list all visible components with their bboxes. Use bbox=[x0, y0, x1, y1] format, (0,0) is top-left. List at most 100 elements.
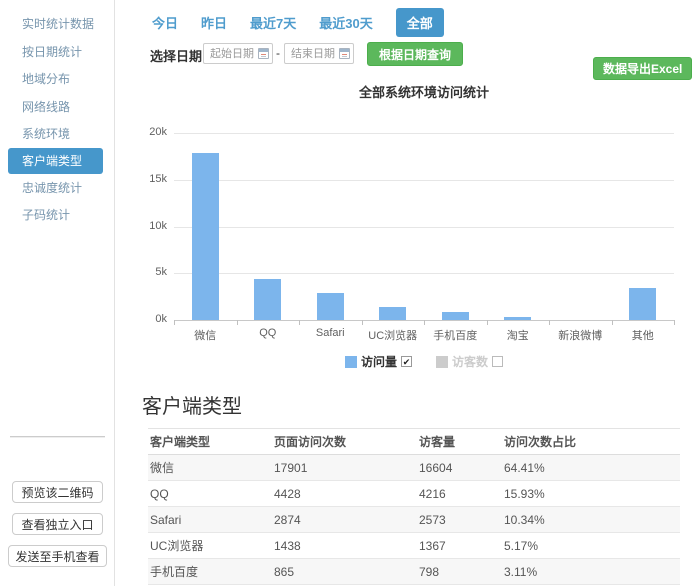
sidebar-item-0[interactable]: 实时统计数据 bbox=[0, 10, 114, 38]
table-cell: 16604 bbox=[417, 455, 502, 481]
y-axis-label-10k: 10k bbox=[119, 220, 167, 232]
table-row-微信: 微信179011660464.41% bbox=[148, 455, 680, 481]
table-row-UC浏览器: UC浏览器143813675.17% bbox=[148, 533, 680, 559]
table-header-cell: 访客量 bbox=[417, 429, 502, 455]
x-axis-tick bbox=[174, 320, 175, 325]
tab-3[interactable]: 最近30天 bbox=[319, 13, 372, 32]
gridline-5k bbox=[174, 273, 674, 274]
x-axis-tick bbox=[674, 320, 675, 325]
table-cell: 4216 bbox=[417, 481, 502, 507]
sidebar-footer-button-1[interactable]: 查看独立入口 bbox=[12, 513, 103, 535]
y-axis-label-20k: 20k bbox=[119, 126, 167, 138]
y-axis-label-0k: 0k bbox=[119, 313, 167, 325]
table-header-cell: 页面访问次数 bbox=[272, 429, 417, 455]
table-cell: 手机百度 bbox=[148, 559, 272, 585]
legend-label: 访问量 bbox=[361, 353, 397, 370]
table-header-row: 客户端类型页面访问次数访客量访问次数占比 bbox=[148, 429, 680, 455]
sidebar-item-4[interactable]: 系统环境 bbox=[0, 120, 114, 148]
x-axis-label-新浪微博: 新浪微博 bbox=[549, 327, 612, 343]
table-cell: 微信 bbox=[148, 455, 272, 481]
table-cell: 10.34% bbox=[502, 507, 680, 533]
gridline-10k bbox=[174, 227, 674, 228]
bar-Safari[interactable] bbox=[317, 293, 344, 320]
bar-手机百度[interactable] bbox=[442, 312, 469, 320]
section-title: 客户端类型 bbox=[142, 390, 242, 419]
table-header-cell: 客户端类型 bbox=[148, 429, 272, 455]
sidebar: 实时统计数据按日期统计地域分布网络线路系统环境客户端类型忠诚度统计子码统计 预览… bbox=[0, 0, 115, 586]
bar-UC浏览器[interactable] bbox=[379, 307, 406, 320]
x-axis-label-Safari: Safari bbox=[299, 327, 362, 339]
x-axis-label-QQ: QQ bbox=[237, 327, 300, 339]
x-axis-tick bbox=[549, 320, 550, 325]
table-cell: 15.93% bbox=[502, 481, 680, 507]
x-axis-tick bbox=[299, 320, 300, 325]
chart-legend: 访问量 ✔ 访客数 bbox=[174, 353, 674, 370]
table-row-QQ: QQ4428421615.93% bbox=[148, 481, 680, 507]
x-axis-label-其他: 其他 bbox=[612, 327, 675, 343]
table-cell: 865 bbox=[272, 559, 417, 585]
x-axis-tick bbox=[237, 320, 238, 325]
table-cell: 2874 bbox=[272, 507, 417, 533]
table-cell: 5.17% bbox=[502, 533, 680, 559]
sidebar-menu: 实时统计数据按日期统计地域分布网络线路系统环境客户端类型忠诚度统计子码统计 bbox=[0, 0, 114, 229]
chart-title: 全部系统环境访问统计 bbox=[174, 82, 674, 101]
legend-swatch-icon bbox=[436, 356, 448, 368]
legend-label: 访客数 bbox=[452, 353, 488, 370]
sidebar-item-7[interactable]: 子码统计 bbox=[0, 201, 114, 229]
bar-QQ[interactable] bbox=[254, 279, 281, 320]
sidebar-item-2[interactable]: 地域分布 bbox=[0, 65, 114, 93]
x-axis-tick bbox=[362, 320, 363, 325]
date-range-separator: - bbox=[276, 46, 280, 60]
bar-微信[interactable] bbox=[192, 153, 219, 320]
x-axis-tick bbox=[487, 320, 488, 325]
bar-chart: 20k 15k 10k 5k 0k 微信QQSafariUC浏览器手机百度淘宝新浪微博其他 bbox=[115, 120, 700, 350]
y-axis-label-15k: 15k bbox=[119, 173, 167, 185]
page: 实时统计数据按日期统计地域分布网络线路系统环境客户端类型忠诚度统计子码统计 预览… bbox=[0, 0, 700, 586]
checkbox-checked-icon[interactable]: ✔ bbox=[401, 356, 412, 367]
legend-swatch-icon bbox=[345, 356, 357, 368]
sidebar-footer-button-2[interactable]: 发送至手机查看 bbox=[8, 545, 107, 567]
client-type-table: 客户端类型页面访问次数访客量访问次数占比微信179011660464.41%QQ… bbox=[148, 428, 680, 585]
table-cell: 1438 bbox=[272, 533, 417, 559]
sidebar-item-5-active[interactable]: 客户端类型 bbox=[8, 148, 103, 174]
sidebar-footer-button-0[interactable]: 预览该二维码 bbox=[12, 481, 103, 503]
table-cell: QQ bbox=[148, 481, 272, 507]
table-cell: 4428 bbox=[272, 481, 417, 507]
x-axis-label-淘宝: 淘宝 bbox=[487, 327, 550, 343]
checkbox-unchecked-icon[interactable] bbox=[492, 356, 503, 367]
legend-item-访问量[interactable]: 访问量 ✔ bbox=[345, 353, 412, 370]
table-cell: UC浏览器 bbox=[148, 533, 272, 559]
tab-2[interactable]: 最近7天 bbox=[250, 13, 296, 32]
tab-1[interactable]: 昨日 bbox=[201, 13, 227, 32]
export-excel-button[interactable]: 数据导出Excel bbox=[593, 57, 692, 80]
table-cell: 1367 bbox=[417, 533, 502, 559]
bar-淘宝[interactable] bbox=[504, 317, 531, 320]
table-cell: 17901 bbox=[272, 455, 417, 481]
sidebar-item-3[interactable]: 网络线路 bbox=[0, 93, 114, 121]
tab-0[interactable]: 今日 bbox=[152, 13, 178, 32]
table-header-cell: 访问次数占比 bbox=[502, 429, 680, 455]
sidebar-divider bbox=[10, 436, 105, 437]
legend-item-访客数[interactable]: 访客数 bbox=[436, 353, 503, 370]
gridline-15k bbox=[174, 180, 674, 181]
tab-4-active[interactable]: 全部 bbox=[396, 8, 444, 37]
x-axis-tick bbox=[612, 320, 613, 325]
y-axis-label-5k: 5k bbox=[119, 266, 167, 278]
table-cell: 798 bbox=[417, 559, 502, 585]
calendar-icon[interactable] bbox=[258, 48, 269, 59]
period-tabs: 今日 昨日 最近7天 最近30天 全部 bbox=[152, 8, 444, 37]
sidebar-item-1[interactable]: 按日期统计 bbox=[0, 38, 114, 66]
bar-其他[interactable] bbox=[629, 288, 656, 320]
date-query-button[interactable]: 根据日期查询 bbox=[367, 42, 463, 66]
x-axis-label-手机百度: 手机百度 bbox=[424, 327, 487, 343]
table-cell: Safari bbox=[148, 507, 272, 533]
table-row-Safari: Safari2874257310.34% bbox=[148, 507, 680, 533]
sidebar-item-6[interactable]: 忠诚度统计 bbox=[0, 174, 114, 202]
table-cell: 64.41% bbox=[502, 455, 680, 481]
x-axis-tick bbox=[424, 320, 425, 325]
x-axis-label-UC浏览器: UC浏览器 bbox=[362, 327, 425, 343]
x-axis-label-微信: 微信 bbox=[174, 327, 237, 343]
main-content: 今日昨日最近7天最近30天全部 选择日期： - 根据日期查询 数据导出Excel… bbox=[115, 0, 700, 586]
gridline-20k bbox=[174, 133, 674, 134]
calendar-icon[interactable] bbox=[339, 48, 350, 59]
